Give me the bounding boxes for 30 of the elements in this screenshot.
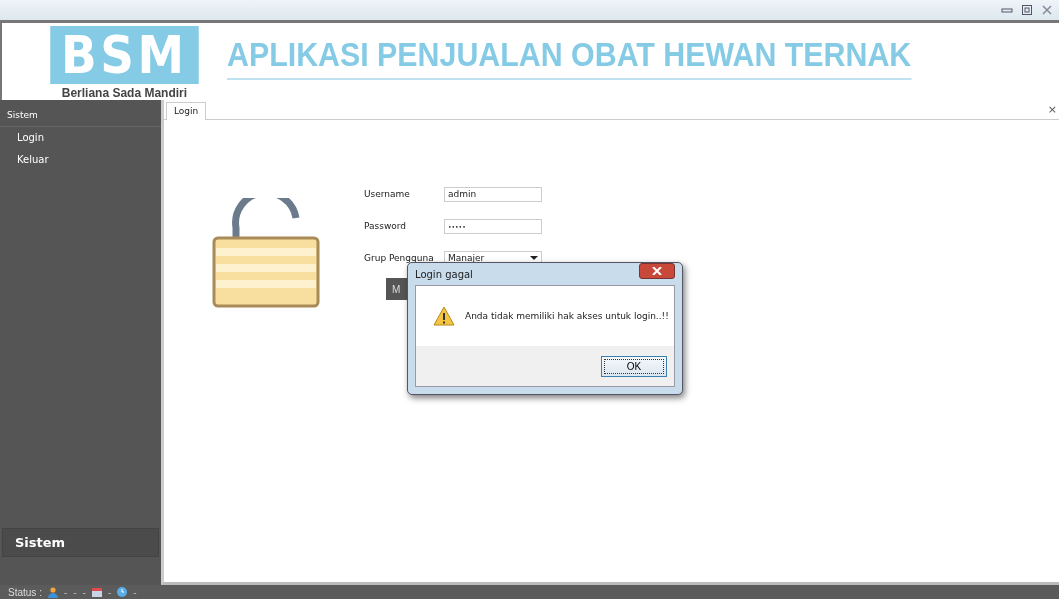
- dialog-title: Login gagal: [415, 268, 473, 280]
- dialog-message: Anda tidak memiliki hak akses untuk login..!!: [465, 311, 669, 321]
- sidebar-group-header[interactable]: Sistem: [0, 100, 161, 127]
- sidebar-group-button[interactable]: Sistem: [2, 528, 159, 557]
- sidebar-item[interactable]: Keluar: [0, 149, 161, 171]
- sidebar-item[interactable]: Login: [0, 127, 161, 149]
- warning-icon: [433, 306, 455, 326]
- close-icon: [652, 267, 662, 275]
- status-value: -: [63, 586, 68, 598]
- status-value: -: [107, 586, 112, 598]
- clock-icon: [117, 587, 128, 597]
- app-title: APLIKASI PENJUALAN OBAT HEWAN TERNAK: [226, 35, 912, 80]
- tab-close-button[interactable]: ×: [1047, 103, 1059, 116]
- status-value: -: [73, 586, 77, 598]
- status-value: -: [133, 586, 137, 598]
- calendar-icon: [91, 587, 102, 597]
- username-field[interactable]: admin: [444, 186, 542, 202]
- close-icon[interactable]: [1041, 4, 1053, 16]
- logo: BSM: [50, 26, 199, 84]
- status-label: Status :: [8, 586, 42, 598]
- company-name: Berliana Sada Mandiri: [61, 86, 188, 100]
- field-label: Password: [364, 221, 408, 231]
- tab[interactable]: Login: [166, 102, 207, 120]
- restore-icon[interactable]: [1021, 4, 1033, 16]
- status-value: -: [82, 586, 86, 598]
- ok-button[interactable]: OK: [601, 355, 667, 377]
- close-button[interactable]: [639, 263, 675, 279]
- user-icon: [47, 586, 58, 598]
- field-label: Grup Pengguna: [364, 253, 435, 263]
- field-label: Username: [364, 189, 411, 199]
